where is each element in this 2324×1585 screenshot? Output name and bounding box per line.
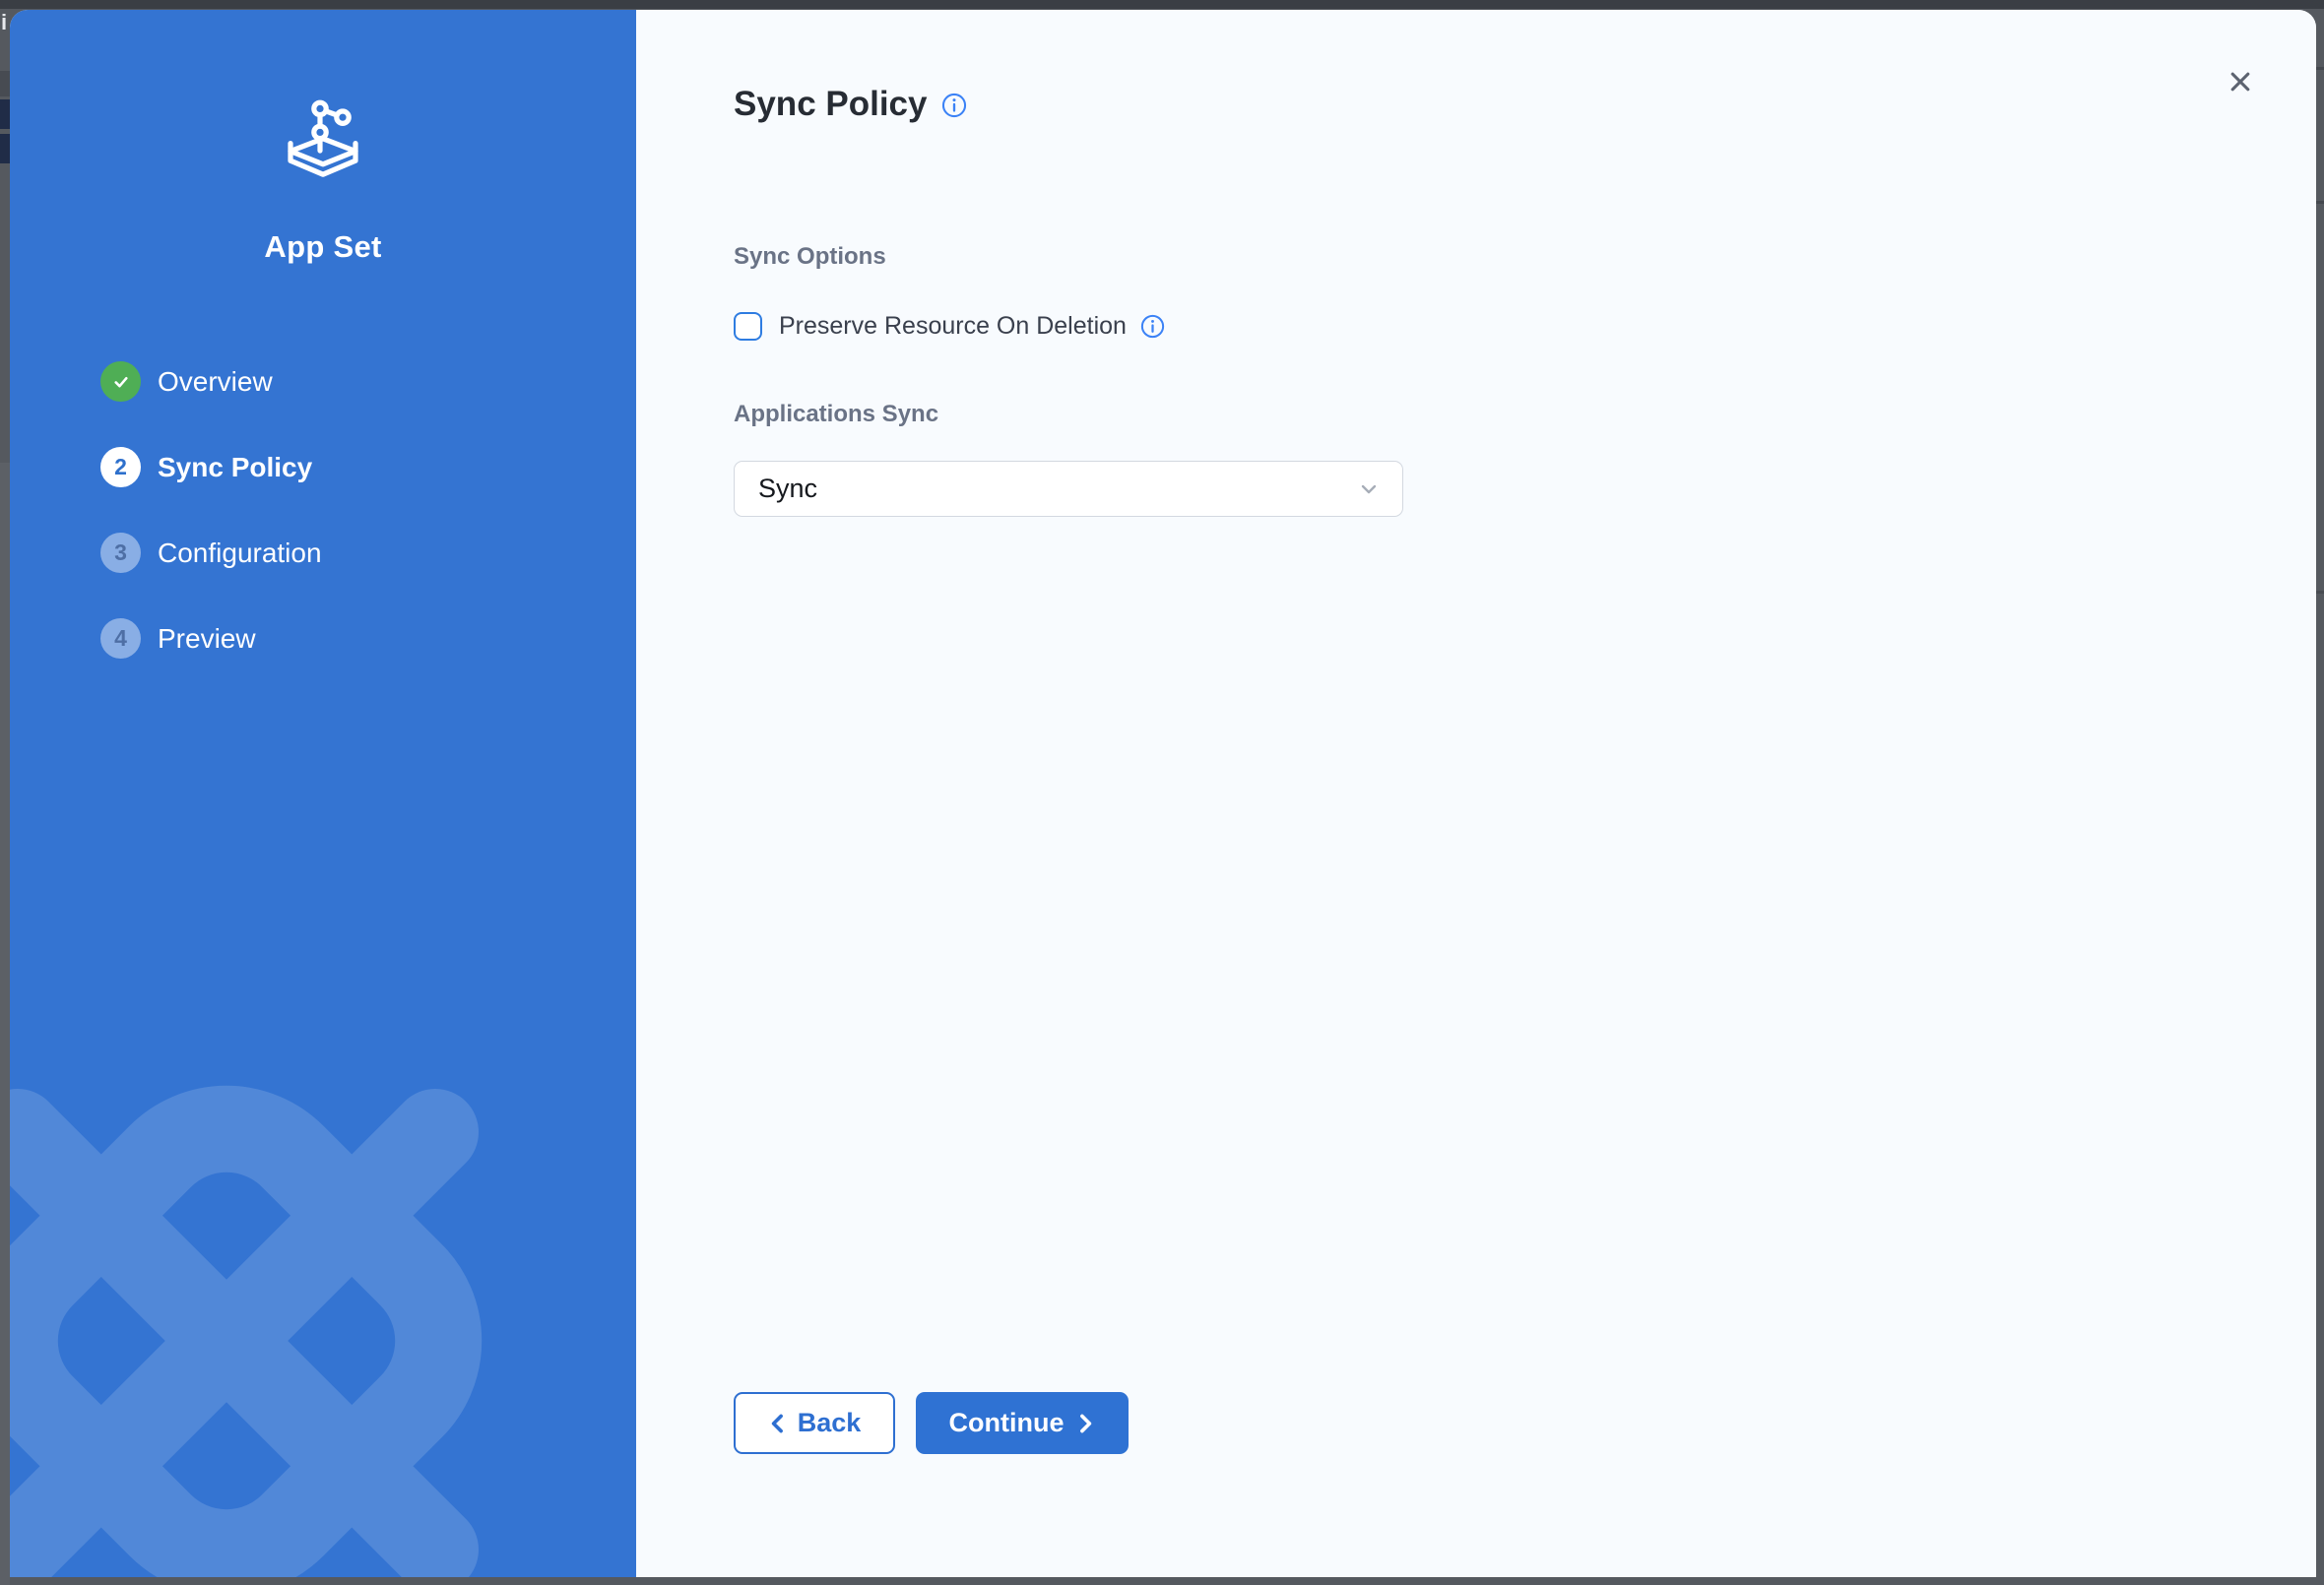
selected-value: Sync [758, 474, 817, 504]
step-label: Configuration [158, 538, 322, 569]
backdrop-top-strip [0, 0, 2324, 9]
back-label: Back [798, 1408, 862, 1438]
page-title: Sync Policy [734, 81, 927, 128]
appset-icon [279, 98, 367, 186]
sync-options-label: Sync Options [734, 244, 2316, 270]
applications-sync-select[interactable]: Sync [734, 461, 1403, 517]
wizard-footer: Back Continue [734, 1392, 2316, 1454]
chevron-down-icon [1357, 477, 1381, 501]
backdrop-clipped-text: i [1, 12, 7, 33]
brand-watermark [10, 1026, 542, 1577]
step-label: Preview [158, 623, 256, 655]
wizard-steps: Overview 2 Sync Policy 3 Configuration 4… [10, 361, 636, 704]
backdrop-nav-item [0, 134, 10, 163]
info-icon[interactable] [941, 93, 967, 118]
close-button[interactable] [2226, 67, 2255, 96]
content-spacer [734, 517, 2316, 1392]
continue-button[interactable]: Continue [916, 1392, 1129, 1454]
backdrop-divider [2316, 591, 2324, 594]
backdrop-divider [2316, 67, 2324, 70]
close-icon [2227, 69, 2253, 95]
step-configuration[interactable]: 3 Configuration [100, 533, 636, 573]
step-complete-check-icon [100, 361, 141, 402]
preserve-resource-row: Preserve Resource On Deletion [734, 311, 2316, 341]
wizard-sidebar: App Set Overview 2 Sync Policy 3 Configu… [10, 10, 636, 1577]
info-icon[interactable] [1140, 314, 1165, 339]
chevron-right-icon [1077, 1413, 1095, 1434]
continue-label: Continue [949, 1408, 1065, 1438]
step-number-badge: 3 [100, 533, 141, 573]
page-title-row: Sync Policy [734, 81, 2316, 128]
step-label: Overview [158, 366, 273, 398]
step-number-badge: 2 [100, 447, 141, 487]
wizard-title: App Set [264, 229, 381, 265]
backdrop-left-strip [0, 463, 10, 1585]
back-button[interactable]: Back [734, 1392, 895, 1454]
checkbox-label: Preserve Resource On Deletion [779, 311, 1127, 341]
step-number-badge: 4 [100, 618, 141, 659]
backdrop-divider [2316, 201, 2324, 204]
wizard-content: Sync Policy Sync Options Preserve Resour… [636, 10, 2316, 1577]
step-overview[interactable]: Overview [100, 361, 636, 402]
step-preview[interactable]: 4 Preview [100, 618, 636, 659]
preserve-resource-checkbox[interactable] [734, 312, 762, 341]
chevron-left-icon [768, 1413, 786, 1434]
backdrop-nav-item [0, 99, 10, 129]
applications-sync-label: Applications Sync [734, 402, 2316, 427]
step-label: Sync Policy [158, 452, 312, 483]
appset-wizard-modal: App Set Overview 2 Sync Policy 3 Configu… [10, 10, 2316, 1577]
step-sync-policy[interactable]: 2 Sync Policy [100, 447, 636, 487]
backdrop-band [0, 71, 10, 96]
